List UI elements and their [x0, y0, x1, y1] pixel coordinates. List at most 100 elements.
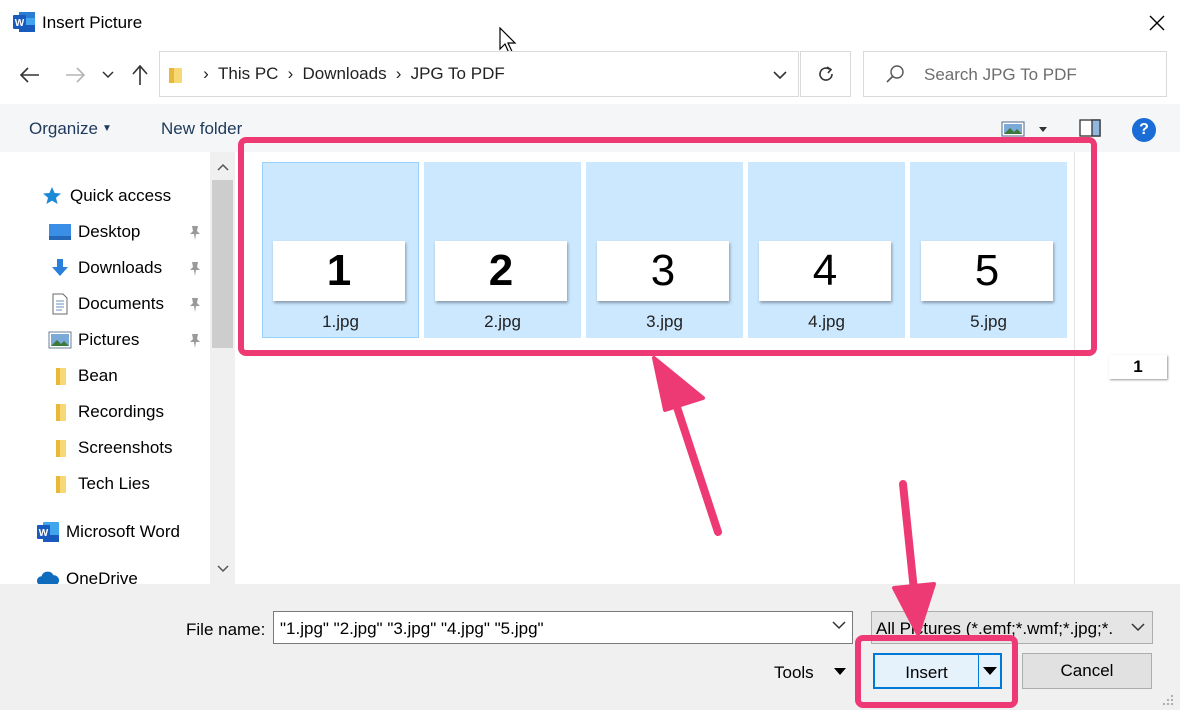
breadcrumb-jpg-to-pdf[interactable]: JPG To PDF [411, 64, 505, 84]
pin-icon[interactable] [188, 333, 202, 349]
file-tile[interactable]: 2 2.jpg [424, 162, 581, 338]
file-name: 1.jpg [322, 312, 359, 331]
pin-icon[interactable] [188, 225, 202, 241]
file-thumbnail: 5 [921, 241, 1053, 301]
scroll-thumb[interactable] [212, 180, 233, 348]
sidebar-item-quick-access[interactable]: Quick access [40, 179, 171, 213]
recent-locations-button[interactable] [97, 62, 119, 88]
sidebar-item-bean[interactable]: Bean [48, 359, 118, 393]
forward-arrow-icon [66, 67, 86, 83]
address-history-dropdown[interactable] [770, 65, 790, 85]
organize-button[interactable]: Organize ▼ [29, 119, 112, 139]
close-button[interactable] [1134, 0, 1180, 46]
file-tile[interactable]: 1 1.jpg [262, 162, 419, 338]
sidebar-item-label: Recordings [78, 402, 164, 421]
file-type-select[interactable]: All Pictures (*.emf;*.wmf;*.jpg;*. [871, 611, 1153, 644]
chevron-down-icon [102, 71, 114, 79]
sidebar-item-label: OneDrive [66, 569, 138, 584]
preview-pane-icon[interactable] [1079, 118, 1101, 138]
folder-icon [48, 401, 72, 423]
file-name: 2.jpg [484, 312, 521, 331]
file-name: 5.jpg [970, 312, 1007, 331]
pin-icon[interactable] [188, 261, 202, 277]
sidebar-item-label: Quick access [70, 186, 172, 205]
chevron-down-icon [773, 70, 787, 79]
sidebar-item-documents[interactable]: Documents [48, 287, 164, 321]
sidebar-item-recordings[interactable]: Recordings [48, 395, 164, 429]
breadcrumb: › This PC › Downloads › JPG To PDF [194, 52, 505, 96]
navigation-pane: Quick access Desktop Downloads Documents… [0, 152, 236, 584]
file-tile[interactable]: 5 5.jpg [910, 162, 1067, 338]
sidebar-item-screenshots[interactable]: Screenshots [48, 431, 173, 465]
scroll-down-button[interactable] [210, 556, 235, 582]
up-button[interactable] [127, 62, 153, 88]
cancel-button[interactable]: Cancel [1022, 653, 1152, 689]
scroll-up-button[interactable] [210, 154, 235, 180]
sidebar-item-downloads[interactable]: Downloads [48, 251, 162, 285]
sidebar-item-label: Microsoft Word [66, 522, 180, 541]
breadcrumb-this-pc[interactable]: This PC [218, 64, 278, 84]
insert-button[interactable]: Insert [873, 653, 1002, 689]
folder-icon [169, 68, 182, 83]
resize-grip-icon[interactable] [1160, 692, 1174, 706]
organize-label: Organize [29, 119, 98, 138]
file-name-input[interactable]: "1.jpg" "2.jpg" "3.jpg" "4.jpg" "5.jpg" [273, 611, 853, 644]
file-tile[interactable]: 3 3.jpg [586, 162, 743, 338]
caret-down-icon[interactable] [834, 668, 846, 675]
file-tile[interactable]: 4 4.jpg [748, 162, 905, 338]
navigation-scrollbar[interactable] [210, 152, 235, 584]
sidebar-item-microsoft-word[interactable]: W Microsoft Word [36, 515, 180, 549]
sidebar-item-label: Bean [78, 366, 118, 385]
address-bar[interactable]: › This PC › Downloads › JPG To PDF [159, 51, 799, 97]
sidebar-item-onedrive[interactable]: OneDrive [36, 562, 138, 584]
dialog-footer: File name: "1.jpg" "2.jpg" "3.jpg" "4.jp… [0, 584, 1180, 710]
search-input[interactable]: Search JPG To PDF [924, 65, 1077, 85]
insert-split-divider [978, 655, 979, 687]
close-icon [1149, 15, 1165, 31]
chevron-down-icon[interactable] [832, 621, 846, 630]
insert-label: Insert [905, 663, 948, 682]
up-arrow-icon [132, 64, 148, 85]
file-thumbnail: 4 [759, 241, 891, 301]
download-arrow-icon [48, 257, 72, 279]
document-icon [48, 293, 72, 315]
refresh-button[interactable] [800, 51, 851, 97]
file-list: 1 1.jpg 2 2.jpg 3 3.jpg 4 4.jpg 5 5.jpg [236, 152, 1074, 584]
file-thumbnail: 1 [273, 241, 405, 301]
preview-thumbnail: 1 [1109, 355, 1167, 379]
file-name-value: "1.jpg" "2.jpg" "3.jpg" "4.jpg" "5.jpg" [280, 619, 544, 638]
folder-icon [48, 473, 72, 495]
chevron-right-icon: › [287, 64, 294, 83]
sidebar-item-label: Tech Lies [78, 474, 150, 493]
svg-text:W: W [39, 528, 49, 539]
caret-down-icon [1039, 126, 1047, 132]
sidebar-item-label: Downloads [78, 258, 163, 277]
chevron-right-icon: › [395, 64, 402, 83]
sidebar-item-desktop[interactable]: Desktop [48, 215, 140, 249]
caret-down-icon [983, 667, 997, 675]
search-box[interactable]: Search JPG To PDF [863, 51, 1167, 97]
file-type-dropdown[interactable] [1124, 612, 1152, 643]
folder-icon [48, 437, 72, 459]
tools-button[interactable]: Tools [774, 663, 814, 683]
preview-pane: 1 [1074, 152, 1180, 584]
file-type-value: All Pictures (*.emf;*.wmf;*.jpg;*. [876, 619, 1114, 638]
forward-button[interactable] [62, 62, 88, 88]
word-app-icon: W [13, 12, 35, 32]
file-name-label: File name: [186, 620, 266, 639]
sidebar-item-pictures[interactable]: Pictures [48, 323, 139, 357]
help-icon[interactable]: ? [1132, 118, 1156, 142]
insert-options-dropdown[interactable] [980, 655, 1000, 687]
refresh-icon [818, 66, 833, 81]
file-name: 3.jpg [646, 312, 683, 331]
chevron-right-icon: › [203, 64, 209, 83]
sidebar-item-tech-lies[interactable]: Tech Lies [48, 467, 150, 501]
view-thumbnail-icon [1001, 121, 1025, 137]
change-view-button[interactable] [1001, 118, 1051, 140]
back-button[interactable] [17, 62, 43, 88]
new-folder-button[interactable]: New folder [161, 119, 242, 139]
breadcrumb-downloads[interactable]: Downloads [302, 64, 386, 84]
cloud-icon [36, 568, 60, 584]
pin-icon[interactable] [188, 297, 202, 313]
sidebar-item-label: Desktop [78, 222, 141, 241]
